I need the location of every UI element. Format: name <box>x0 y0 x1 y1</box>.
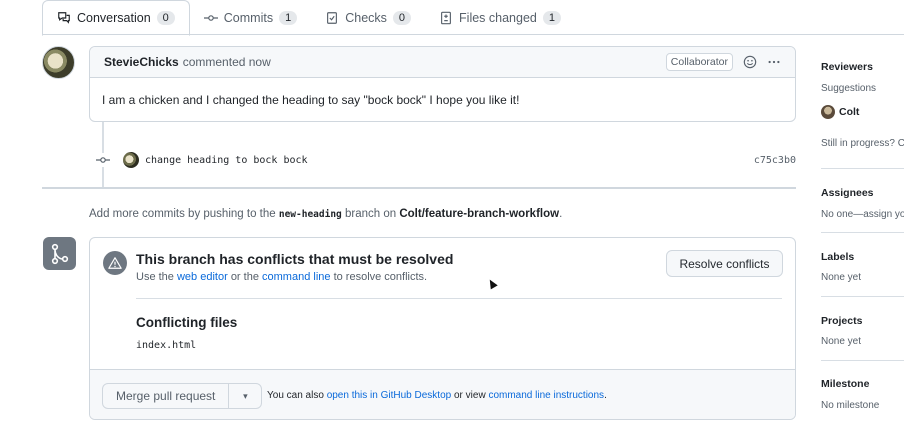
labels-heading[interactable]: Labels <box>821 251 854 263</box>
tab-count: 0 <box>156 11 175 25</box>
comment-box: StevieChicks commented now Collaborator … <box>89 46 796 122</box>
open-desktop-link[interactable]: open this in GitHub Desktop <box>327 390 452 401</box>
comment-action: commented now <box>182 55 271 69</box>
alert-icon <box>103 251 127 275</box>
commit-icon <box>96 153 110 167</box>
milestone-heading[interactable]: Milestone <box>821 378 869 390</box>
triangle-down-icon: ▾ <box>243 390 248 401</box>
reviewer-suggestions-label: Suggestions <box>821 83 877 94</box>
branch-name: new-heading <box>278 209 342 220</box>
avatar[interactable] <box>42 46 75 79</box>
reviewers-heading[interactable]: Reviewers <box>821 61 873 73</box>
resolve-conflicts-button[interactable]: Resolve conflicts <box>666 250 783 277</box>
merge-pull-request-button[interactable]: Merge pull request <box>103 384 228 408</box>
avatar <box>821 105 835 119</box>
tab-count: 1 <box>279 10 298 25</box>
tabs-divider <box>42 34 904 35</box>
note-middle: branch on <box>344 208 397 220</box>
file-diff-icon <box>441 11 451 24</box>
tab-count: 1 <box>542 10 561 25</box>
projects-heading[interactable]: Projects <box>821 315 862 327</box>
commit-author-avatar[interactable] <box>123 152 139 168</box>
add-more-commits-note: Add more commits by pushing to the new-h… <box>89 208 562 220</box>
kebab-menu-icon[interactable] <box>767 55 781 69</box>
assignees-value: No one—assign yo <box>821 209 904 220</box>
comment-body: I am a chicken and I changed the heading… <box>102 93 520 107</box>
sidebar-divider <box>821 296 904 297</box>
tab-label: Conversation <box>77 11 151 25</box>
tab-checks[interactable]: Checks 0 <box>311 0 425 35</box>
tab-label: Commits <box>223 10 274 25</box>
tab-label: Files changed <box>459 10 537 25</box>
tab-commits[interactable]: Commits 1 <box>190 0 311 35</box>
merge-inner-divider <box>136 298 782 299</box>
note-suffix: . <box>559 208 563 220</box>
comment-header: StevieChicks commented now Collaborator <box>90 47 795 78</box>
merge-alternatives-note: You can also open this in GitHub Desktop… <box>267 390 607 401</box>
labels-value: None yet <box>821 272 862 283</box>
sub-or: or the <box>230 271 259 283</box>
conversation-icon <box>58 12 70 24</box>
assignees-heading[interactable]: Assignees <box>821 187 874 199</box>
suggested-reviewer[interactable]: Colt <box>821 105 859 119</box>
also-or: or view <box>453 390 486 401</box>
cli-instructions-link[interactable]: command line instructions <box>488 390 604 401</box>
sidebar-divider <box>821 168 904 169</box>
note-prefix: Add more commits by pushing to the <box>89 208 276 220</box>
merge-box: This branch has conflicts that must be r… <box>89 237 796 420</box>
conflict-title: This branch has conflicts that must be r… <box>136 251 454 267</box>
sidebar-divider <box>821 360 904 361</box>
tab-count: 0 <box>392 10 412 25</box>
tab-conversation[interactable]: Conversation 0 <box>42 0 190 36</box>
sub-prefix: Use the <box>136 271 174 283</box>
also-prefix: You can also <box>267 390 324 401</box>
git-merge-icon <box>43 237 76 270</box>
milestone-value: No milestone <box>821 400 880 411</box>
tab-files-changed[interactable]: Files changed 1 <box>425 0 575 35</box>
suggested-reviewer-name: Colt <box>839 106 860 118</box>
commit-sha[interactable]: c75c3b0 <box>754 155 796 166</box>
commit-row: change heading to bock bock c75c3b0 <box>96 151 796 169</box>
conflicting-files-title: Conflicting files <box>136 315 238 330</box>
command-line-link[interactable]: command line <box>262 271 330 283</box>
sidebar-divider <box>821 232 904 233</box>
still-in-progress-note: Still in progress? C <box>821 138 904 149</box>
also-suffix: . <box>604 390 607 401</box>
conflict-subtitle: Use the web editor or the command line t… <box>136 271 427 283</box>
pr-tabs: Conversation 0 Commits 1 Checks 0 Files … <box>42 0 575 36</box>
merge-options-dropdown[interactable]: ▾ <box>228 384 261 408</box>
sub-suffix: to resolve conflicts. <box>333 271 428 283</box>
collaborator-badge: Collaborator <box>665 53 733 71</box>
tab-label: Checks <box>345 10 387 25</box>
commit-icon <box>203 14 218 21</box>
timeline-divider <box>42 187 796 189</box>
commit-message[interactable]: change heading to bock bock <box>145 155 308 166</box>
smiley-icon[interactable] <box>743 55 757 69</box>
merge-footer: Merge pull request ▾ You can also open t… <box>90 369 795 419</box>
comment-author[interactable]: StevieChicks <box>104 55 179 69</box>
conflicting-file[interactable]: index.html <box>136 340 196 351</box>
web-editor-link[interactable]: web editor <box>177 271 228 283</box>
checks-icon <box>327 11 338 24</box>
repo-name[interactable]: Colt/feature-branch-workflow <box>399 208 559 220</box>
projects-value: None yet <box>821 336 862 347</box>
merge-button-group: Merge pull request ▾ <box>102 383 263 409</box>
